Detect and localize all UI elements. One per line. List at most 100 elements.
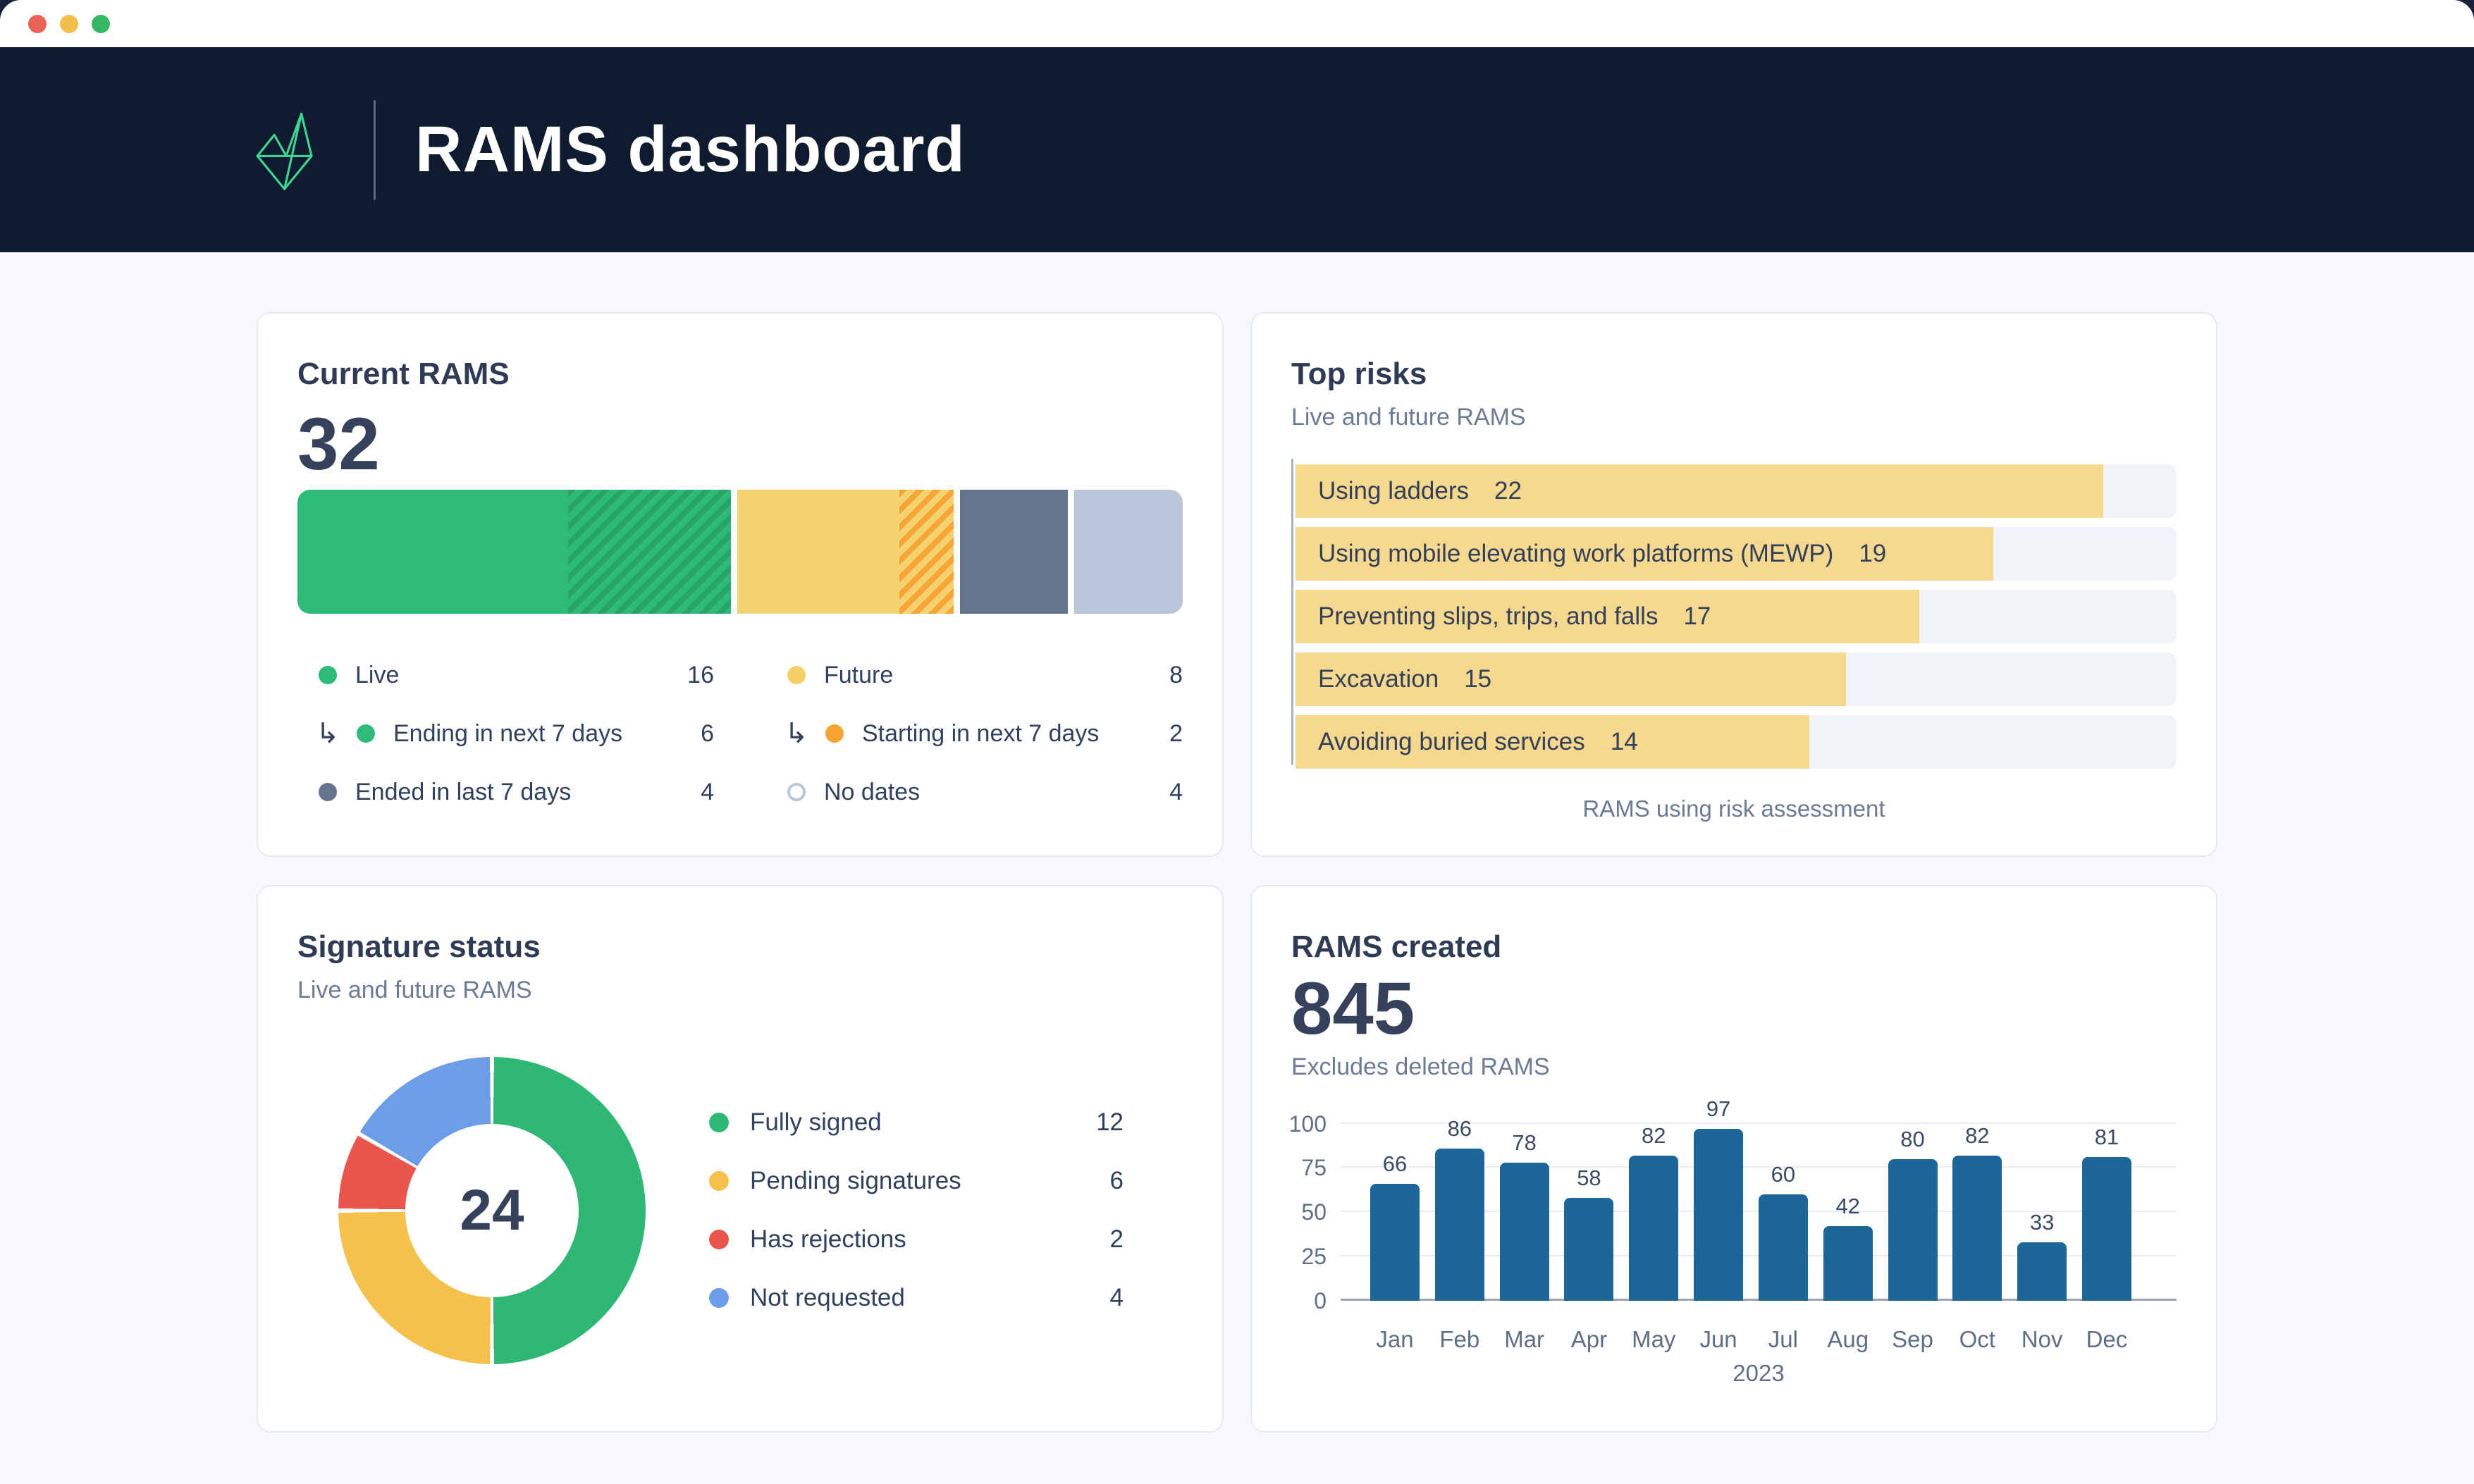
legend-dot-icon [787,666,806,684]
bar-value-label: 80 [1900,1127,1924,1152]
bar-value-label: 42 [1835,1194,1859,1219]
dashboard-grid: Current RAMS 32 Live 16 ↳ Ending in next 7 … [0,252,2474,1484]
risk-bar-track: Using mobile elevating work platforms (M… [1296,527,2177,581]
top-risks-subtitle: Live and future RAMS [1291,403,2177,432]
bar-value-label: 82 [1965,1123,1989,1149]
legend-label: No dates [824,779,920,806]
signature-status-card: Signature status Live and future RAMS 24… [257,885,1224,1433]
bar-value-label: 60 [1771,1162,1795,1187]
legend-label: Starting in next 7 days [862,720,1099,748]
current-rams-title: Current RAMS [297,356,1183,393]
legend-label: Future [824,662,893,689]
risk-name: Avoiding buried services [1318,728,1585,756]
bar [1888,1159,1938,1301]
legend-label: Has rejections [750,1225,906,1254]
risk-bar-label: Preventing slips, trips, and falls17 [1318,590,1711,643]
stacked-segment-starting-in-next-7-days [899,490,954,614]
indent-arrow-icon: ↳ [316,719,357,748]
bar [1629,1156,1678,1301]
legend-dot-icon [825,724,844,743]
bar-value-label: 97 [1706,1096,1730,1122]
legend-dot-icon [709,1288,729,1308]
x-axis-tick-label: Feb [1435,1326,1484,1353]
bar [1500,1163,1549,1301]
legend-label: Not requested [750,1284,905,1312]
risk-bar-track: Preventing slips, trips, and falls17 [1296,590,2177,643]
rams-created-card: RAMS created 845 Excludes deleted RAMS 0… [1250,885,2217,1433]
legend-item-ending-in-next-7-days: ↳Ending in next 7 days6 [297,705,714,763]
x-axis-tick-label: Dec [2082,1326,2131,1353]
legend-value: 6 [1110,1167,1124,1195]
page-title: RAMS dashboard [415,113,966,187]
legend-value: 4 [701,779,714,806]
donut-center-total: 24 [405,1124,579,1297]
x-axis-tick-label: Nov [2017,1326,2067,1353]
legend-label: Pending signatures [750,1167,961,1195]
y-axis-tick-label: 75 [1301,1156,1327,1179]
risk-value: 19 [1859,540,1886,568]
legend-item-fully-signed: Fully signed12 [709,1094,1124,1152]
bar-column-jun: 97 [1694,1129,1743,1300]
bar-column-sep: 80 [1888,1159,1938,1301]
current-rams-legend: Live16↳Ending in next 7 days6Ended in la… [297,646,1183,822]
window-titlebar [0,0,2474,47]
legend-value: 16 [687,662,714,689]
traffic-light-zoom-icon[interactable] [92,15,110,33]
legend-label: Ended in last 7 days [355,779,571,806]
risk-name: Preventing slips, trips, and falls [1318,602,1658,631]
legend-label: Ending in next 7 days [393,720,622,748]
bar-column-jul: 60 [1759,1194,1808,1301]
bar-column-oct: 82 [1952,1156,2002,1301]
traffic-light-minimize-icon[interactable] [60,15,78,33]
bar [1435,1149,1484,1301]
bar [1952,1156,2002,1301]
bar-column-jan: 66 [1370,1184,1420,1301]
risk-name: Using mobile elevating work platforms (M… [1318,540,1833,568]
signature-status-body: 24 Fully signed12 Pending signatures 6 Has … [297,1057,1183,1364]
top-risks-caption: RAMS using risk assessment [1291,796,2177,822]
traffic-light-close-icon[interactable] [28,15,47,33]
legend-value: 4 [1110,1284,1124,1312]
x-axis-tick-label: Aug [1823,1326,1873,1353]
bar [1694,1129,1743,1300]
legend-item-not-requested: Not requested 4 [709,1269,1124,1328]
app-window: RAMS dashboard Current RAMS 32 Live 16 ↳ En… [0,0,2474,1484]
bar [1564,1198,1613,1301]
bar [1823,1226,1873,1300]
legend-dot-icon [709,1230,729,1249]
bar-column-apr: 58 [1564,1198,1613,1301]
signature-status-legend: Fully signed12 Pending signatures 6 Has rej… [709,1094,1124,1328]
x-axis-tick-label: Jul [1759,1326,1808,1353]
hollow-legend-dot-icon [787,783,806,801]
rams-created-month-labels: JanFebMarAprMayJunJulAugSepOctNovDec [1341,1326,2177,1353]
app-header: RAMS dashboard [0,47,2474,252]
x-axis-tick-label: Apr [1564,1326,1613,1353]
legend-dot-icon [357,724,375,743]
bar [1370,1184,1420,1301]
y-axis-tick-label: 25 [1301,1245,1327,1268]
legend-item-no-dates: No dates4 [766,763,1183,822]
x-axis-tick-label: Jan [1370,1326,1420,1353]
rams-created-total: 845 [1291,972,2177,1046]
bar-column-feb: 86 [1435,1149,1484,1301]
risk-bar-track: Using ladders22 [1296,464,2177,518]
legend-item-has-rejections: Has rejections2 [709,1211,1124,1269]
bar-value-label: 78 [1512,1130,1536,1156]
x-axis-tick-label: Sep [1888,1326,1938,1353]
rams-created-subtitle: Excludes deleted RAMS [1291,1053,2177,1082]
risk-bar-track: Avoiding buried services14 [1296,715,2177,769]
bars-row: 668678588297604280823381 [1341,1124,2177,1301]
current-rams-stacked-bar [297,490,1183,614]
legend-label: Live [355,662,399,689]
legend-item-live: Live 16 [297,646,714,705]
bar-column-mar: 78 [1500,1163,1549,1301]
current-rams-total: 32 [297,407,1183,481]
bar-value-label: 81 [2095,1125,2119,1150]
top-risks-card: Top risks Live and future RAMS Using lad… [1250,312,2217,857]
legend-dot-icon [709,1113,729,1132]
rams-created-title: RAMS created [1291,929,2177,966]
legend-item-starting-in-next-7-days: ↳Starting in next 7 days2 [766,705,1183,763]
legend-dot-icon [319,666,337,684]
bar-column-aug: 42 [1823,1226,1873,1300]
rams-created-bar-chart: 0255075100668678588297604280823381 JanFe… [1291,1124,2177,1387]
